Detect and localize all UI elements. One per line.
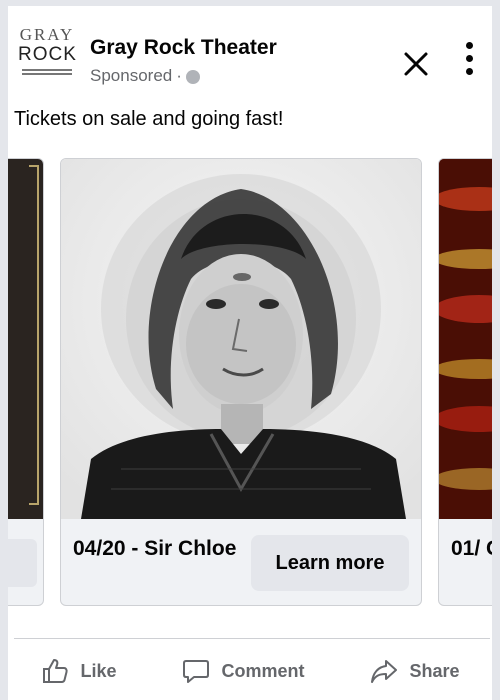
- more-options-button[interactable]: [462, 42, 476, 82]
- carousel[interactable]: 04/20 - Sir Chloe Learn more 01/ Gu: [8, 154, 492, 606]
- logo-line-2: ROCK: [18, 44, 77, 65]
- carousel-card-footer: 04/20 - Sir Chloe Learn more: [61, 519, 421, 605]
- carousel-card-next[interactable]: 01/ Gu: [438, 158, 492, 606]
- carousel-card-footer: 01/ Gu: [439, 519, 492, 605]
- carousel-card-previous[interactable]: [8, 158, 44, 606]
- carousel-card-main[interactable]: 04/20 - Sir Chloe Learn more: [60, 158, 422, 606]
- meta-separator: ·: [176, 66, 182, 85]
- event-title-fragment[interactable]: 01/ Gu: [451, 533, 492, 565]
- learn-more-button[interactable]: [8, 539, 37, 587]
- dot-icon: [465, 42, 473, 49]
- ad-post-card: GRAY ROCK Gray Rock Theater Sponsored · …: [0, 0, 500, 700]
- carousel-card-footer: [8, 519, 43, 605]
- post-actions-bar: Like Comment Share: [8, 646, 492, 696]
- event-title[interactable]: 04/20 - Sir Chloe: [73, 533, 243, 565]
- sponsored-label[interactable]: Sponsored: [90, 66, 172, 86]
- carousel-image: [439, 159, 492, 519]
- thumbs-up-icon: [43, 659, 69, 683]
- learn-more-button[interactable]: Learn more: [251, 535, 409, 591]
- close-button[interactable]: [398, 46, 434, 82]
- share-button[interactable]: Share: [357, 650, 471, 692]
- post-meta: Sponsored ·: [90, 66, 200, 86]
- comment-label: Comment: [221, 660, 305, 681]
- post-caption: Tickets on sale and going fast!: [14, 108, 284, 130]
- close-icon: [404, 52, 428, 76]
- dot-icon: [465, 55, 473, 62]
- comment-button[interactable]: Comment: [169, 650, 316, 692]
- actions-divider: [14, 638, 490, 639]
- carousel-image: [8, 159, 43, 519]
- logo-line-1: GRAY: [19, 25, 75, 44]
- globe-icon: [185, 70, 200, 84]
- share-arrow-icon: [371, 660, 398, 683]
- like-label: Like: [80, 660, 117, 681]
- comment-icon: [183, 660, 210, 683]
- dot-icon: [465, 68, 473, 75]
- like-button[interactable]: Like: [28, 650, 128, 692]
- logo-lines: [22, 69, 72, 75]
- page-name-link[interactable]: Gray Rock Theater: [90, 36, 277, 60]
- post-header: GRAY ROCK Gray Rock Theater Sponsored ·: [14, 18, 494, 88]
- portrait-photo: [61, 159, 421, 519]
- poster-frame: [29, 165, 39, 505]
- page-logo[interactable]: GRAY ROCK: [18, 26, 76, 82]
- share-label: Share: [409, 660, 460, 681]
- carousel-image-portrait: [61, 159, 421, 519]
- instrument-photo: [439, 159, 492, 519]
